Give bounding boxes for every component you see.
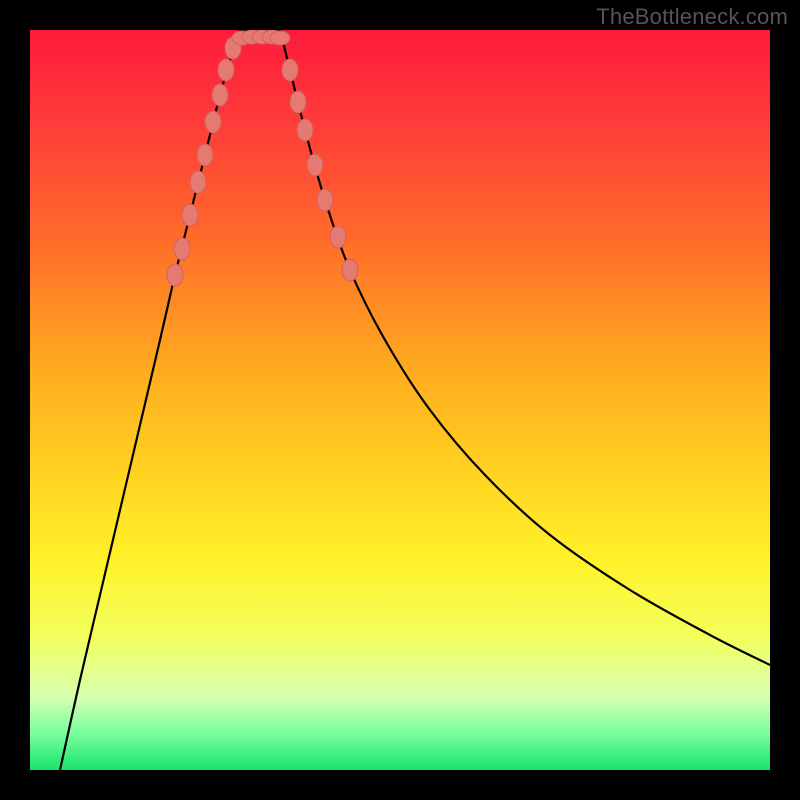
watermark-text: TheBottleneck.com [596, 4, 788, 30]
data-marker [282, 59, 298, 81]
data-marker [197, 144, 213, 166]
curves-svg [30, 30, 770, 770]
data-marker [307, 154, 323, 176]
data-marker [330, 226, 346, 248]
data-marker [297, 119, 313, 141]
curve-left [60, 30, 240, 770]
data-marker [218, 59, 234, 81]
data-marker [342, 259, 358, 281]
data-marker [290, 91, 306, 113]
curve-right [280, 30, 770, 665]
data-marker [174, 238, 190, 260]
chart-frame: TheBottleneck.com [0, 0, 800, 800]
plot-area [30, 30, 770, 770]
data-marker [167, 264, 183, 286]
marker-group [167, 30, 358, 286]
data-marker [270, 31, 290, 45]
data-marker [212, 84, 228, 106]
data-marker [190, 171, 206, 193]
data-marker [317, 189, 333, 211]
data-marker [205, 111, 221, 133]
data-marker [182, 204, 198, 226]
